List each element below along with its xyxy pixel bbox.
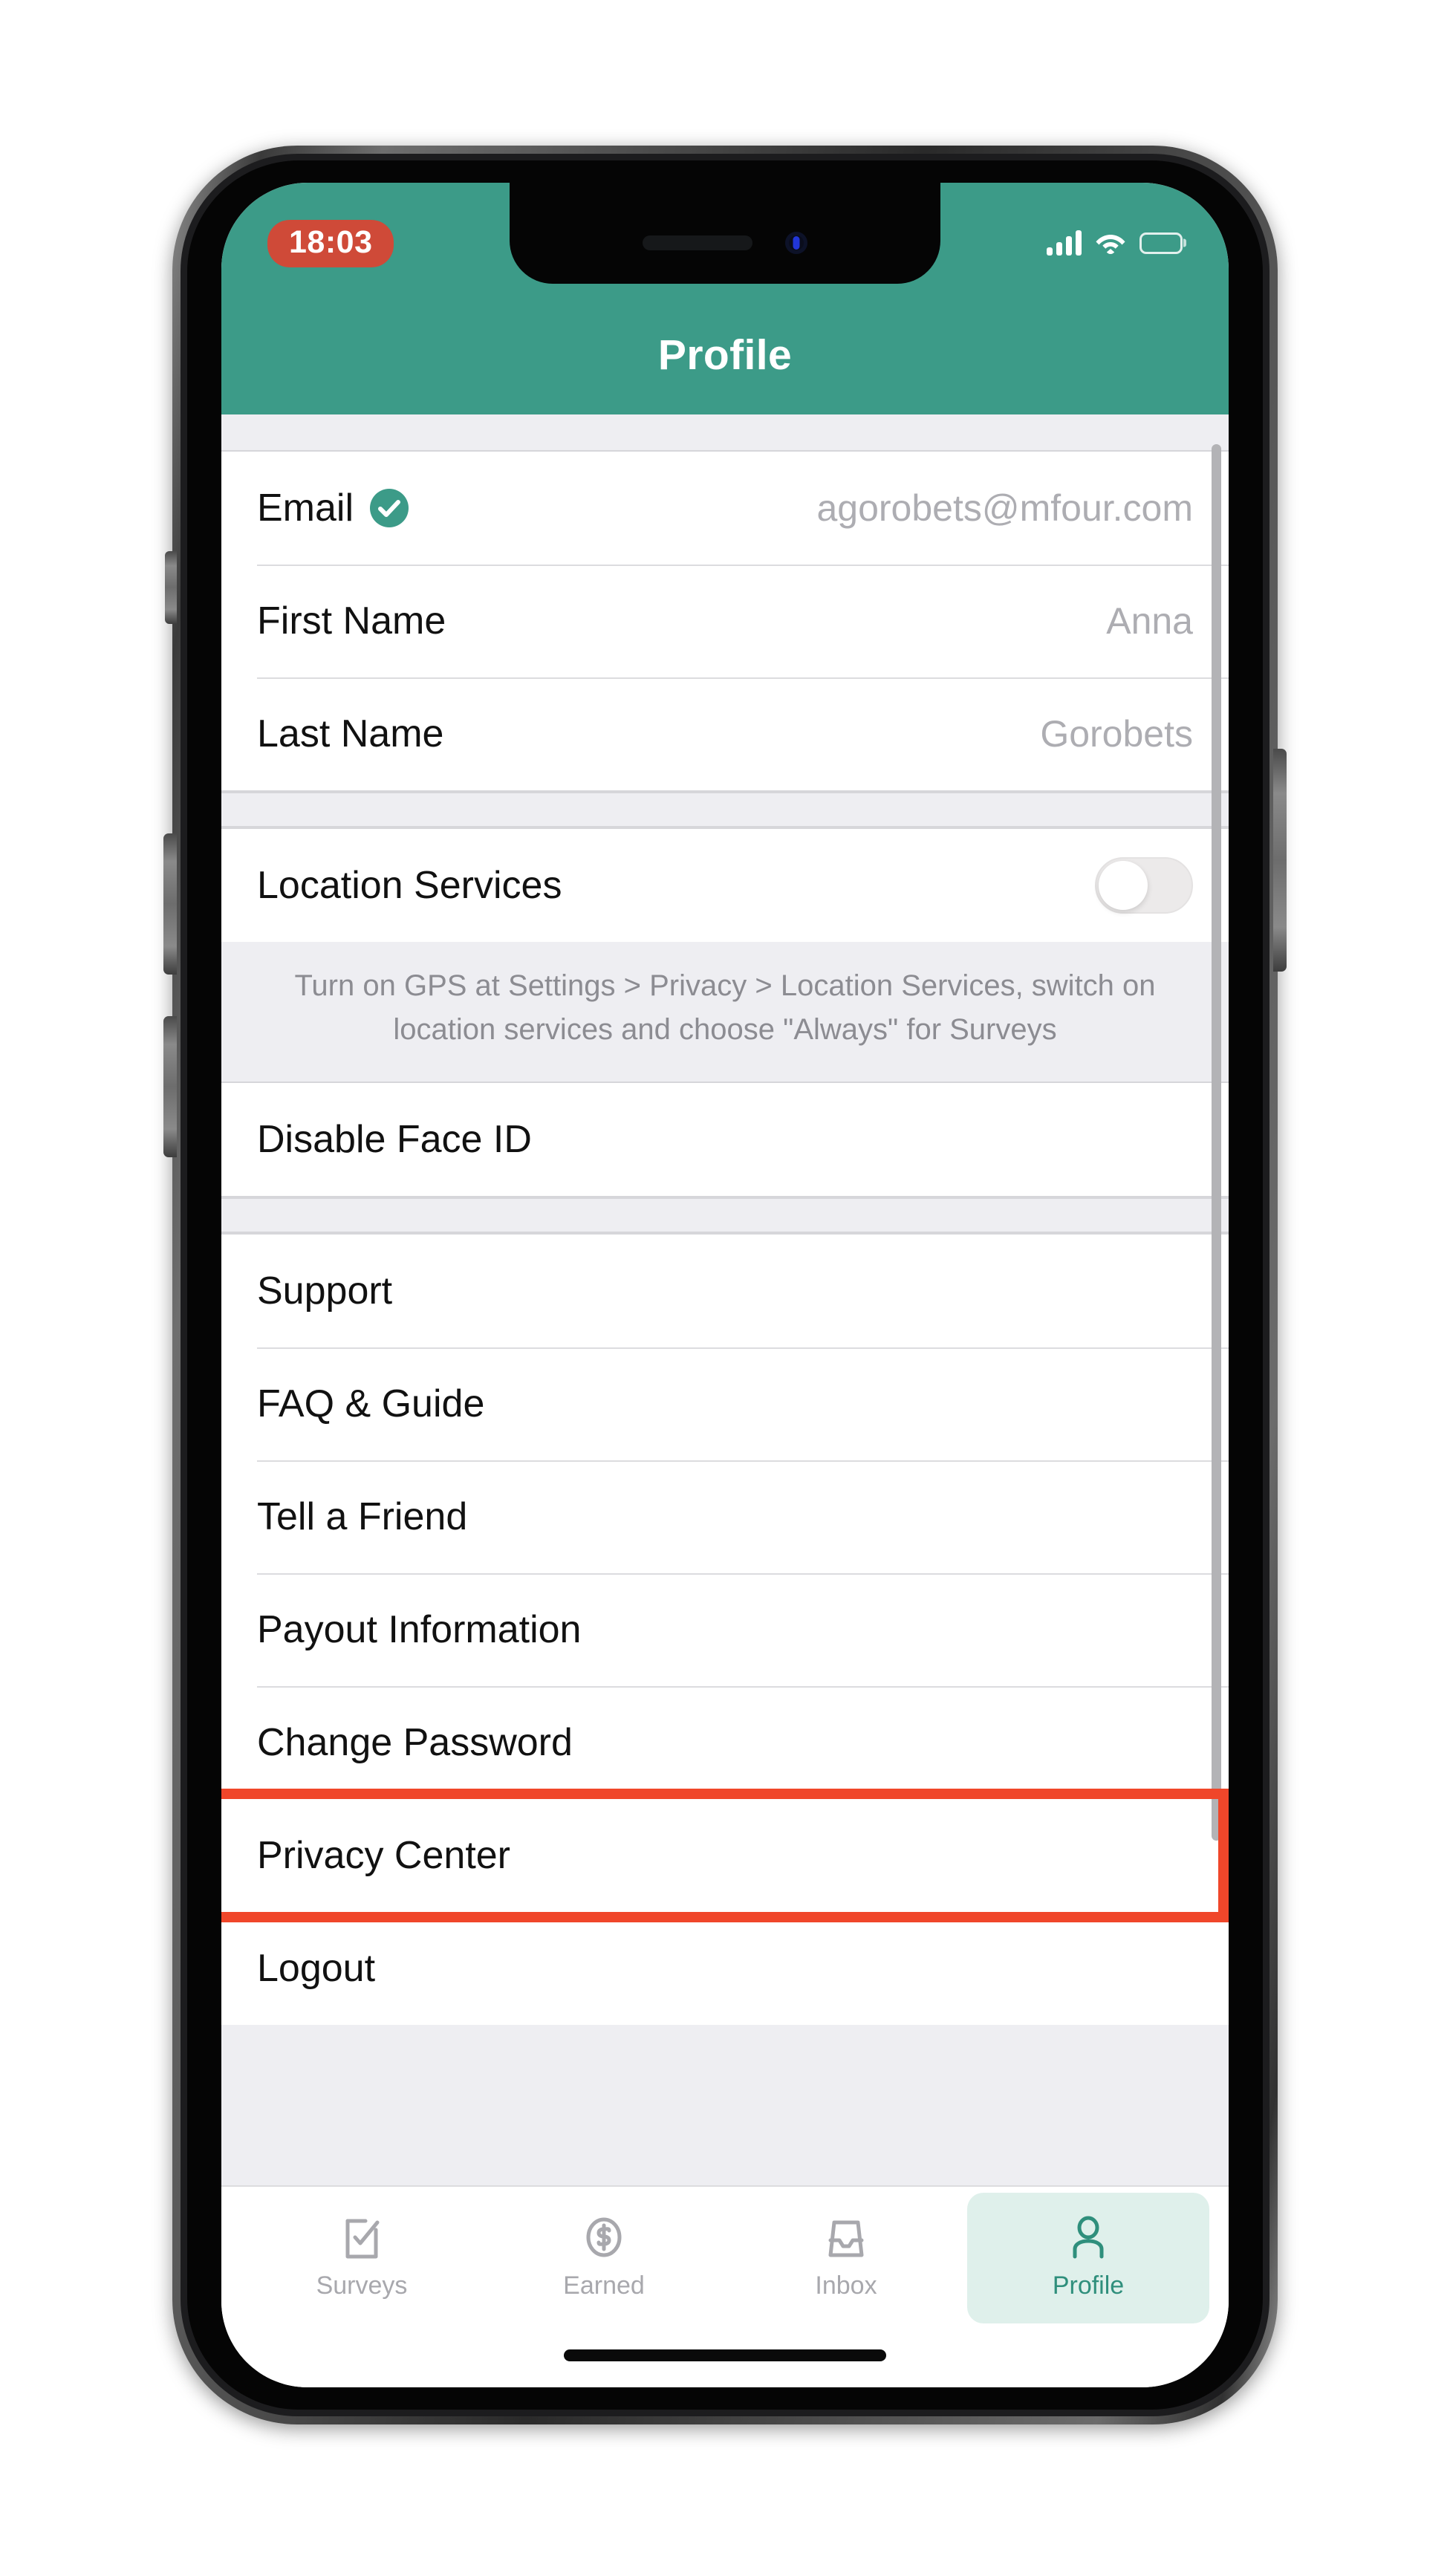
section-spacer-2	[221, 1197, 1229, 1234]
menu-item-faq-guide[interactable]: FAQ & Guide	[221, 1347, 1229, 1460]
row-label-email: Email	[257, 487, 354, 530]
wifi-icon	[1095, 231, 1126, 255]
row-disable-face-id[interactable]: Disable Face ID	[221, 1083, 1229, 1196]
menu-item-support[interactable]: Support	[221, 1235, 1229, 1347]
earpiece-speaker-icon	[643, 235, 752, 250]
menu-item-change-password[interactable]: Change Password	[221, 1686, 1229, 1799]
menu-item-label-privacy-center: Privacy Center	[257, 1834, 510, 1878]
location-hint-block: Turn on GPS at Settings > Privacy > Loca…	[221, 942, 1229, 1084]
device-stage: 18:03 Profile Email agorobets@mfour.com …	[0, 0, 1450, 2576]
volume-up-button[interactable]	[163, 833, 177, 975]
row-first-name[interactable]: First Name Anna	[221, 565, 1229, 677]
menu-item-label-faq-guide: FAQ & Guide	[257, 1382, 485, 1426]
home-indicator-area	[221, 2323, 1229, 2387]
mute-switch-button[interactable]	[165, 551, 177, 624]
profile-fields-group: Email agorobets@mfour.com First Name Ann…	[221, 450, 1229, 792]
row-value-email: agorobets@mfour.com	[816, 487, 1193, 529]
row-value-last-name: Gorobets	[1040, 713, 1193, 755]
bottom-tab-bar: Surveys Earned Inbox Profile	[221, 2185, 1229, 2323]
location-hint-text: Turn on GPS at Settings > Privacy > Loca…	[294, 969, 1156, 1047]
phone-screen: 18:03 Profile Email agorobets@mfour.com …	[221, 183, 1229, 2387]
row-value-first-name: Anna	[1106, 600, 1193, 642]
menu-item-tell-a-friend[interactable]: Tell a Friend	[221, 1460, 1229, 1573]
menu-item-label-change-password: Change Password	[257, 1721, 573, 1765]
location-services-group: Location Services	[221, 827, 1229, 942]
section-spacer-top	[221, 414, 1229, 450]
row-label-last-name: Last Name	[257, 712, 444, 755]
inbox-tray-icon	[825, 2214, 868, 2261]
tab-earned[interactable]: Earned	[483, 2193, 725, 2323]
menu-item-logout[interactable]: Logout	[221, 1912, 1229, 2025]
menu-item-label-support: Support	[257, 1269, 393, 1313]
page-title: Profile	[657, 331, 793, 379]
tab-label-profile: Profile	[1052, 2271, 1125, 2300]
tab-inbox[interactable]: Inbox	[725, 2193, 967, 2323]
menu-item-privacy-center-wrapper: Privacy Center	[221, 1789, 1229, 1923]
signal-bars-icon	[1047, 230, 1082, 256]
home-indicator[interactable]	[564, 2349, 886, 2361]
power-button[interactable]	[1273, 749, 1287, 972]
tab-profile[interactable]: Profile	[967, 2193, 1209, 2323]
dollar-coin-icon	[582, 2214, 625, 2261]
menu-group: Support FAQ & Guide Tell a Friend Payout…	[221, 1233, 1229, 2026]
tab-label-inbox: Inbox	[815, 2271, 877, 2300]
menu-item-label-tell-a-friend: Tell a Friend	[257, 1495, 468, 1539]
menu-item-label-logout: Logout	[257, 1947, 376, 1991]
row-label-location-services: Location Services	[257, 864, 562, 907]
person-icon	[1067, 2214, 1110, 2261]
tab-label-earned: Earned	[563, 2271, 645, 2300]
volume-down-button[interactable]	[163, 1016, 177, 1157]
vertical-scrollbar[interactable]	[1212, 444, 1221, 1841]
survey-checklist-icon	[340, 2214, 383, 2261]
row-location-services[interactable]: Location Services	[221, 829, 1229, 942]
menu-item-label-payout-information: Payout Information	[257, 1608, 582, 1652]
front-camera-icon	[785, 232, 807, 254]
device-notch	[510, 183, 940, 284]
location-services-toggle[interactable]	[1095, 857, 1193, 914]
menu-item-payout-information[interactable]: Payout Information	[221, 1573, 1229, 1686]
battery-icon	[1139, 232, 1183, 254]
tab-surveys[interactable]: Surveys	[241, 2193, 483, 2323]
row-label-disable-face-id: Disable Face ID	[257, 1118, 532, 1162]
row-label-first-name: First Name	[257, 599, 446, 643]
tab-label-surveys: Surveys	[316, 2271, 408, 2300]
section-spacer-1	[221, 792, 1229, 827]
status-bar-icons	[1047, 220, 1183, 256]
row-email[interactable]: Email agorobets@mfour.com	[221, 452, 1229, 565]
status-bar-time-pill: 18:03	[267, 220, 394, 267]
toggle-knob	[1099, 861, 1148, 910]
row-last-name[interactable]: Last Name Gorobets	[221, 677, 1229, 790]
faceid-group: Disable Face ID	[221, 1083, 1229, 1198]
nav-header: Profile	[221, 296, 1229, 414]
settings-scroll-area[interactable]: Email agorobets@mfour.com First Name Ann…	[221, 414, 1229, 2185]
menu-item-privacy-center[interactable]: Privacy Center	[221, 1799, 1229, 1912]
check-circle-icon	[370, 489, 409, 527]
